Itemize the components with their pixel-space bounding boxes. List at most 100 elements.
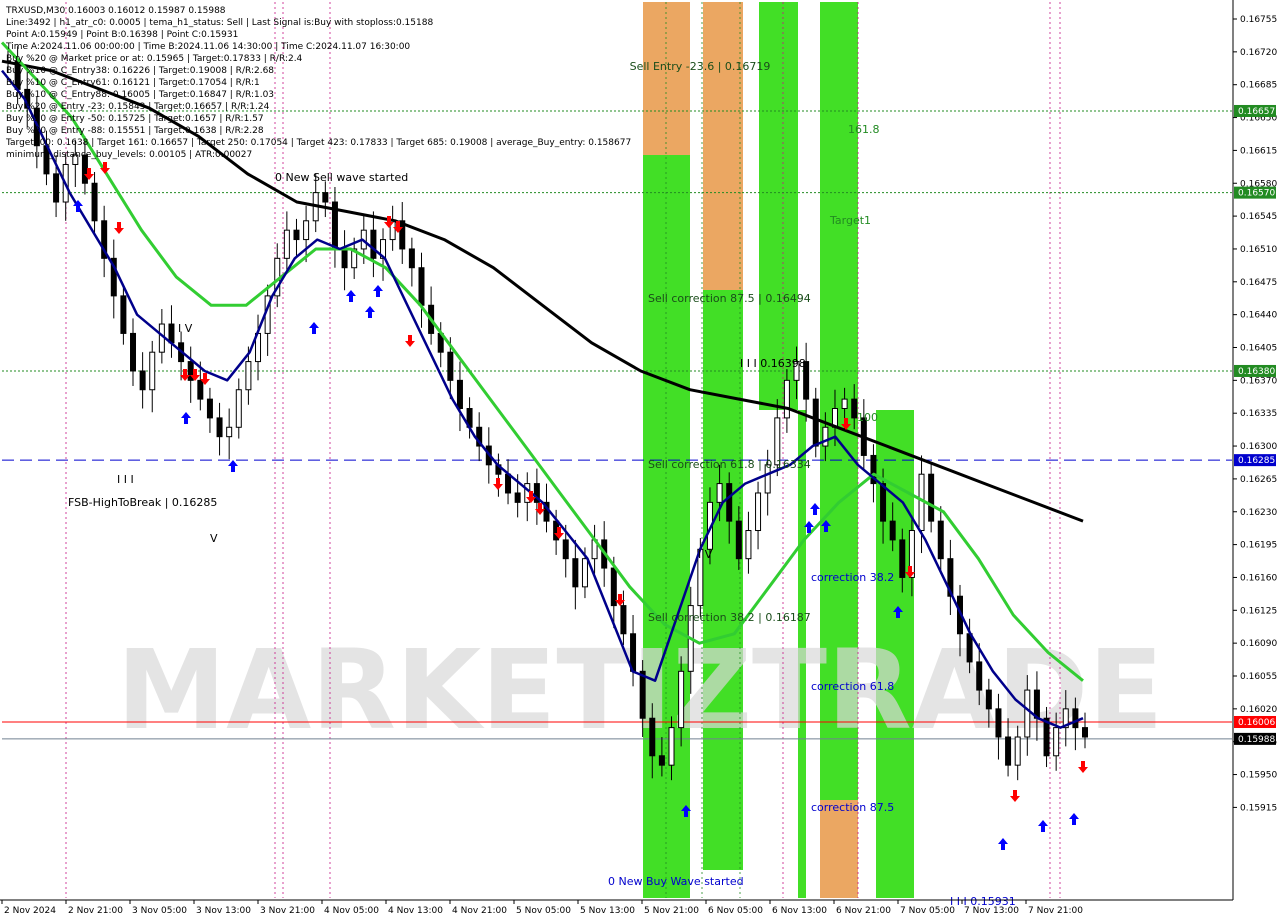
y-tick-label: 0.16475 bbox=[1240, 278, 1277, 288]
candle-body bbox=[456, 379, 463, 410]
candle-body bbox=[1005, 736, 1012, 766]
new-buy-wave-label: 0 New Buy Wave started bbox=[608, 875, 744, 888]
candle-body bbox=[53, 173, 60, 203]
candle-body bbox=[1072, 708, 1079, 729]
candle-body bbox=[745, 530, 752, 560]
candle-body bbox=[197, 379, 204, 400]
candle-body bbox=[668, 727, 675, 766]
y-tick-label: 0.16125 bbox=[1240, 606, 1277, 616]
x-tick-label: 5 Nov 21:00 bbox=[644, 906, 699, 916]
y-tick-label: 0.16755 bbox=[1240, 15, 1277, 25]
candle-body bbox=[408, 248, 415, 269]
price-tag-label: 0.16657 bbox=[1238, 107, 1275, 117]
candle-body bbox=[716, 483, 723, 503]
candle-body bbox=[783, 379, 790, 419]
candle-body bbox=[639, 670, 646, 719]
candle-body bbox=[139, 370, 146, 391]
candle-body bbox=[966, 633, 973, 663]
candle-body bbox=[581, 558, 588, 588]
price-tag-label: 0.15988 bbox=[1238, 735, 1275, 745]
x-tick-label: 3 Nov 13:00 bbox=[196, 906, 251, 916]
candle-body bbox=[293, 229, 300, 241]
info-line: Point A:0.15949 | Point B:0.16398 | Poin… bbox=[6, 30, 238, 40]
y-tick-label: 0.16335 bbox=[1240, 409, 1277, 419]
info-line: TRXUSD,M30 0.16003 0.16012 0.15987 0.159… bbox=[5, 6, 226, 16]
candle-body bbox=[514, 492, 521, 503]
target1-label: Target1 bbox=[829, 214, 871, 227]
candle-body bbox=[1024, 689, 1031, 738]
candle-body bbox=[226, 426, 233, 438]
info-line: Buy %20 @ Market price or at: 0.15965 | … bbox=[6, 54, 303, 64]
x-tick-label: 7 Nov 21:00 bbox=[1028, 906, 1083, 916]
info-line: Buy %20 @ Entry -88: 0.15551 | Target:0.… bbox=[6, 126, 264, 136]
price-chart: MARKETIZTRADE Sell Entry -23.6 | 0.16719… bbox=[0, 0, 1280, 920]
candle-body bbox=[562, 539, 569, 560]
sell-corr-382-label: Sell correction 38.2 | 0.16187 bbox=[648, 611, 811, 624]
zone-band bbox=[820, 800, 858, 898]
candle-body bbox=[120, 295, 127, 334]
y-tick-label: 0.16090 bbox=[1240, 639, 1277, 649]
x-tick-label: 5 Nov 13:00 bbox=[580, 906, 635, 916]
info-line: Buy %20 @ Entry -23: 0.15843 | Target:0.… bbox=[6, 102, 270, 112]
y-tick-label: 0.16160 bbox=[1240, 573, 1277, 583]
chart-root: MARKETIZTRADE Sell Entry -23.6 | 0.16719… bbox=[0, 0, 1280, 920]
t100-label: 100 bbox=[857, 411, 878, 424]
candle-body bbox=[1053, 727, 1060, 757]
x-tick-label: 4 Nov 21:00 bbox=[452, 906, 507, 916]
x-tick-label: 7 Nov 05:00 bbox=[900, 906, 955, 916]
candle-body bbox=[937, 520, 944, 560]
candle-body bbox=[245, 361, 252, 391]
t1618-label: 161.8 bbox=[848, 123, 880, 136]
y-tick-label: 0.15915 bbox=[1240, 803, 1277, 813]
y-tick-label: 0.16230 bbox=[1240, 508, 1277, 518]
x-tick-label: 6 Nov 13:00 bbox=[772, 906, 827, 916]
wave-iv2-label: I V bbox=[698, 548, 713, 561]
x-tick-label: 7 Nov 13:00 bbox=[964, 906, 1019, 916]
y-tick-label: 0.16545 bbox=[1240, 212, 1277, 222]
candle-body bbox=[899, 539, 906, 578]
candle-body bbox=[841, 398, 848, 410]
candle-body bbox=[976, 661, 983, 691]
candle-body bbox=[1043, 717, 1050, 757]
y-tick-label: 0.16440 bbox=[1240, 311, 1277, 321]
info-line: Buy %10 @ C_Entry88: 0.16005 | Target:0.… bbox=[6, 90, 274, 100]
sell-corr-618-label: Sell correction 61.8 | 0.16334 bbox=[648, 458, 811, 471]
candle-body bbox=[91, 182, 98, 222]
candle-body bbox=[812, 398, 819, 447]
candle-body bbox=[851, 398, 858, 419]
candle-body bbox=[447, 351, 454, 381]
candle-body bbox=[620, 605, 627, 635]
y-tick-label: 0.16405 bbox=[1240, 344, 1277, 354]
info-line: Buy %10 @ C_Entry61: 0.16121 | Target:0.… bbox=[6, 78, 260, 88]
info-line: Time A:2024.11.06 00:00:00 | Time B:2024… bbox=[5, 42, 410, 52]
y-tick-label: 0.16615 bbox=[1240, 146, 1277, 156]
zone-band bbox=[643, 155, 690, 898]
price-tag-label: 0.16570 bbox=[1238, 189, 1275, 199]
candle-body bbox=[235, 389, 242, 428]
candle-body bbox=[1033, 689, 1040, 719]
candle-body bbox=[216, 417, 223, 438]
wave-iii-label: I I I bbox=[117, 473, 134, 486]
candle-body bbox=[726, 483, 733, 522]
y-tick-label: 0.16300 bbox=[1240, 442, 1277, 452]
price-tag-label: 0.16285 bbox=[1238, 456, 1275, 466]
candle-body bbox=[610, 567, 617, 607]
y-tick-label: 0.16055 bbox=[1240, 672, 1277, 682]
y-tick-label: 0.16510 bbox=[1240, 245, 1277, 255]
candle-body bbox=[572, 558, 579, 588]
x-tick-label: 3 Nov 21:00 bbox=[260, 906, 315, 916]
x-tick-label: 6 Nov 05:00 bbox=[708, 906, 763, 916]
x-tick-label: 2 Nov 2024 bbox=[4, 906, 56, 916]
candle-body bbox=[370, 229, 377, 259]
sell-corr-875-label: Sell correction 87.5 | 0.16494 bbox=[648, 292, 811, 305]
candle-body bbox=[322, 192, 329, 203]
candle-body bbox=[1082, 727, 1088, 738]
info-line: Target100: 0.1638 | Target 161: 0.16657 … bbox=[5, 138, 631, 148]
y-tick-label: 0.16720 bbox=[1240, 48, 1277, 58]
zone-band bbox=[703, 290, 743, 870]
fsb-label: FSB-HighToBreak | 0.16285 bbox=[68, 496, 217, 509]
x-tick-label: 6 Nov 21:00 bbox=[836, 906, 891, 916]
y-tick-label: 0.16265 bbox=[1240, 475, 1277, 485]
y-tick-label: 0.16195 bbox=[1240, 541, 1277, 551]
wave-v-label: V bbox=[210, 532, 218, 545]
